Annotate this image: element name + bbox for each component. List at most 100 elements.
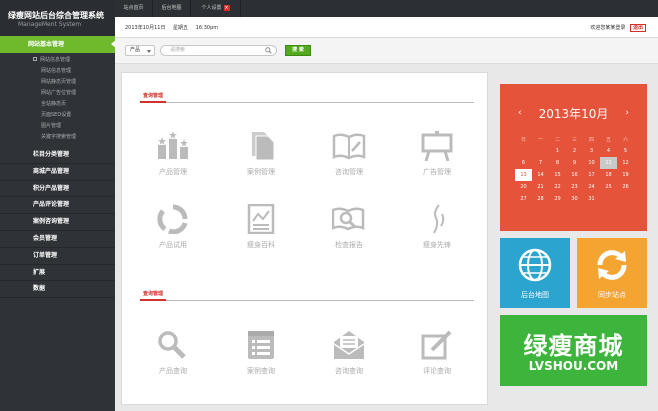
globe-icon [518,248,552,282]
billboard-icon [421,131,453,161]
tab-map[interactable]: 后台地图 [153,0,191,17]
calendar-next-icon[interactable]: › [625,108,629,118]
close-icon[interactable]: × [223,5,230,11]
tile-slim-pioneer[interactable]: 瘦身先锋 [407,204,467,250]
calendar-empty-cell [515,145,532,157]
calendar-day[interactable]: 19 [617,169,634,181]
tile-slim-wiki[interactable]: 瘦身百科 [231,204,291,250]
submenu-item[interactable]: 图片管理 [0,121,115,132]
calendar-weekday: 一 [537,136,543,143]
calendar-day[interactable]: 1 [549,145,566,157]
logout-button[interactable]: 退出 [629,24,646,32]
tile-consult-query[interactable]: 咨询查询 [319,330,379,376]
calendar-weekday: 五 [605,136,611,143]
calendar-day[interactable]: 21 [532,181,549,193]
search-icon [265,47,272,54]
submenu-item[interactable]: 全站静态页 [0,99,115,110]
submenu-item[interactable]: 网站静态页管理 [0,77,115,88]
tile-check-report[interactable]: 检查报告 [319,204,379,250]
calendar-widget: ‹ 2013年10月 › 日一二三四五六 1 2 3 4 5 6 7 8 9 10 11 12 13 14 1… [500,84,647,231]
calendar-weekday: 四 [588,136,594,143]
submenu-item[interactable]: 页面SEO设置 [0,110,115,121]
envelope-icon [333,331,365,359]
sidebar-item-data[interactable]: 数据 [0,281,115,299]
tile-ad-manage[interactable]: 广告管理 [407,131,467,177]
search-input[interactable]: 请搜索 [160,45,277,56]
calendar-day[interactable]: 11 [600,157,617,169]
tile-product-manage[interactable]: 产品管理 [143,131,203,177]
calendar-weekday: 六 [622,136,628,143]
calendar-day[interactable]: 23 [566,181,583,193]
sidebar-item-points-products[interactable]: 积分产品管理 [0,181,115,198]
calendar-day[interactable]: 22 [549,181,566,193]
search-button[interactable]: 搜 索 [285,45,311,56]
collapse-box-icon [33,57,37,61]
calendar-day[interactable]: 5 [617,145,634,157]
sidebar-item-cases[interactable]: 案例咨询管理 [0,214,115,231]
brand-banner[interactable]: 绿瘦商城 LVSHOU.COM [500,315,647,386]
tab-bar: 站点首页 后台地图 个人设置 × [115,0,658,17]
calendar-day[interactable]: 8 [549,157,566,169]
calendar-day[interactable]: 2 [566,145,583,157]
calendar-day[interactable]: 13 [515,169,532,181]
chevron-down-icon [147,50,151,53]
calendar-day[interactable]: 17 [583,169,600,181]
sidebar-item-orders[interactable]: 订单管理 [0,248,115,265]
book-icon [332,133,366,160]
tile-case-manage[interactable]: 案例管理 [231,131,291,177]
sidebar-item-site-basic[interactable]: 网站基本管理 [0,36,116,53]
list-icon [248,331,274,359]
tile-case-query[interactable]: 案例查询 [231,330,291,376]
calendar-weekday: 日 [520,136,526,143]
submenu-item[interactable]: 网站信息管理 [0,55,115,66]
sidebar-item-reviews[interactable]: 产品评论管理 [0,197,115,215]
sidebar-item-members[interactable]: 会员管理 [0,231,115,248]
magnifier-icon [158,331,186,359]
calendar-day[interactable]: 4 [600,145,617,157]
calendar-day[interactable]: 10 [583,157,600,169]
tile-product-trial[interactable]: 产品试用 [143,204,203,250]
tab-settings[interactable]: 个人设置 × [191,0,241,17]
calendar-day[interactable]: 3 [583,145,600,157]
edit-icon [421,330,452,360]
sidebar-item-category[interactable]: 栏目分类管理 [0,147,115,164]
datetime: 2013年10月11日 星期五 16:30pm [125,24,224,31]
backend-map-tile[interactable]: 后台地图 [500,238,570,308]
sidebar-item-extensions[interactable]: 扩展 [0,265,115,282]
calendar-day[interactable]: 20 [515,181,532,193]
calendar-grid: 日一二三四五六 1 2 3 4 5 6 7 8 9 10 11 12 13 14 15 16 17 18 19 20 21… [515,133,634,205]
calendar-day[interactable]: 7 [532,157,549,169]
calendar-day[interactable]: 16 [566,169,583,181]
calendar-day[interactable]: 26 [617,181,634,193]
tile-consult-manage[interactable]: 咨询管理 [319,131,379,177]
calendar-empty-cell [617,193,634,205]
calendar-day[interactable]: 14 [532,169,549,181]
submenu-item[interactable]: 网站信息管理 [0,66,115,77]
section-title: 查询管理 [140,93,474,103]
category-select[interactable]: 产品 [125,45,155,56]
submenu-item[interactable]: 关键字搜索管理 [0,132,115,143]
tile-review-query[interactable]: 评论查询 [407,330,467,376]
tile-product-query[interactable]: 产品查询 [143,330,203,376]
brand-name: 绿瘦商城 [523,331,624,360]
submenu-item[interactable]: 网站广告位管理 [0,88,115,99]
calendar-day[interactable]: 30 [566,193,583,205]
sidebar-item-label: 网站基本管理 [28,41,65,48]
calendar-day[interactable]: 12 [617,157,634,169]
sync-site-tile[interactable]: 同步站点 [577,238,647,308]
calendar-day[interactable]: 27 [515,193,532,205]
calendar-day[interactable]: 18 [600,169,617,181]
sidebar-submenu: 网站信息管理 网站信息管理 网站静态页管理 网站广告位管理 全站静态页 页面SE… [0,53,115,143]
calendar-day[interactable]: 25 [600,181,617,193]
sync-icon [597,250,627,280]
tab-home[interactable]: 站点首页 [115,0,153,17]
calendar-day[interactable]: 29 [549,193,566,205]
calendar-day[interactable]: 24 [583,181,600,193]
calendar-day[interactable]: 28 [532,193,549,205]
sidebar-item-mall-products[interactable]: 商城产品管理 [0,164,115,181]
calendar-day[interactable]: 9 [566,157,583,169]
calendar-weekday: 三 [571,136,577,143]
calendar-day[interactable]: 6 [515,157,532,169]
calendar-day[interactable]: 15 [549,169,566,181]
calendar-day[interactable]: 31 [583,193,600,205]
